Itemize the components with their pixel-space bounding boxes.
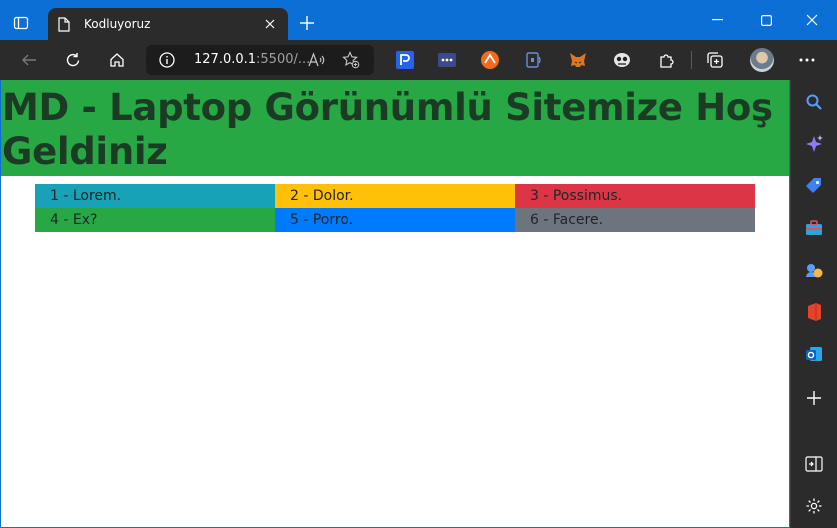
grid-cell-6: 6 - Facere.	[515, 208, 755, 232]
url-rest: :5500/...	[256, 52, 311, 67]
add-icon[interactable]	[802, 386, 826, 410]
back-arrow-icon[interactable]	[15, 46, 43, 74]
maximize-icon[interactable]	[746, 6, 786, 34]
page-heading: MD - Laptop Görünümlü Sitemize Hoş Geldi…	[2, 86, 773, 173]
pdf-extension-icon[interactable]	[394, 49, 416, 71]
browser-toolbar: 127.0.0.1:5500/...	[0, 40, 837, 80]
home-icon[interactable]	[103, 46, 131, 74]
puzzle-extensions-icon[interactable]	[656, 49, 678, 71]
shopping-tag-icon[interactable]	[802, 174, 826, 198]
hero-banner: MD - Laptop Görünümlü Sitemize Hoş Geldi…	[1, 80, 789, 176]
add-favorite-icon[interactable]	[342, 51, 360, 69]
metamask-fox-icon[interactable]	[567, 49, 589, 71]
outlook-icon[interactable]	[802, 342, 826, 366]
url-text: 127.0.0.1:5500/...	[194, 52, 310, 67]
dots-extension-icon[interactable]	[436, 49, 458, 71]
read-aloud-extension-icon[interactable]	[523, 49, 545, 71]
page-viewport: MD - Laptop Görünümlü Sitemize Hoş Geldi…	[1, 80, 789, 527]
edge-sidebar	[790, 80, 837, 528]
site-info-icon[interactable]	[158, 51, 176, 69]
close-window-icon[interactable]	[792, 6, 832, 34]
page-icon	[58, 16, 72, 32]
games-icon[interactable]	[802, 258, 826, 282]
address-bar[interactable]: 127.0.0.1:5500/...	[146, 45, 374, 75]
brave-extension-icon[interactable]	[479, 49, 501, 71]
read-aloud-icon[interactable]	[308, 52, 326, 68]
tab-title: Kodluyoruz	[84, 17, 151, 31]
collections-icon[interactable]	[704, 49, 726, 71]
toolbox-icon[interactable]	[802, 216, 826, 240]
close-tab-icon[interactable]	[262, 16, 278, 32]
url-host: 127.0.0.1	[194, 52, 257, 67]
refresh-icon[interactable]	[59, 46, 87, 74]
grid-cell-4: 4 - Ex?	[35, 208, 275, 232]
hide-sidebar-icon[interactable]	[802, 452, 826, 476]
minimize-icon[interactable]	[698, 6, 738, 34]
grid-cell-3: 3 - Possimus.	[515, 184, 755, 208]
title-bar: Kodluyoruz	[0, 0, 837, 40]
grid-cell-2: 2 - Dolor.	[275, 184, 515, 208]
settings-gear-icon[interactable]	[802, 494, 826, 518]
grid-cell-1: 1 - Lorem.	[35, 184, 275, 208]
new-tab-icon[interactable]	[296, 12, 318, 34]
toolbar-divider	[691, 51, 692, 69]
profile-avatar[interactable]	[750, 48, 774, 72]
office-icon[interactable]	[802, 300, 826, 324]
active-tab[interactable]: Kodluyoruz	[48, 8, 288, 40]
copilot-sparkle-icon[interactable]	[802, 132, 826, 156]
tab-actions-icon[interactable]	[6, 8, 36, 38]
ghost-extension-icon[interactable]	[611, 49, 633, 71]
search-icon[interactable]	[802, 90, 826, 114]
more-options-icon[interactable]	[796, 49, 818, 71]
browser-window: Kodluyoruz 127.0.0.1:5500/... MD - Lapto…	[0, 0, 837, 528]
grid-cell-5: 5 - Porro.	[275, 208, 515, 232]
color-grid: 1 - Lorem. 2 - Dolor. 3 - Possimus. 4 - …	[35, 184, 755, 232]
